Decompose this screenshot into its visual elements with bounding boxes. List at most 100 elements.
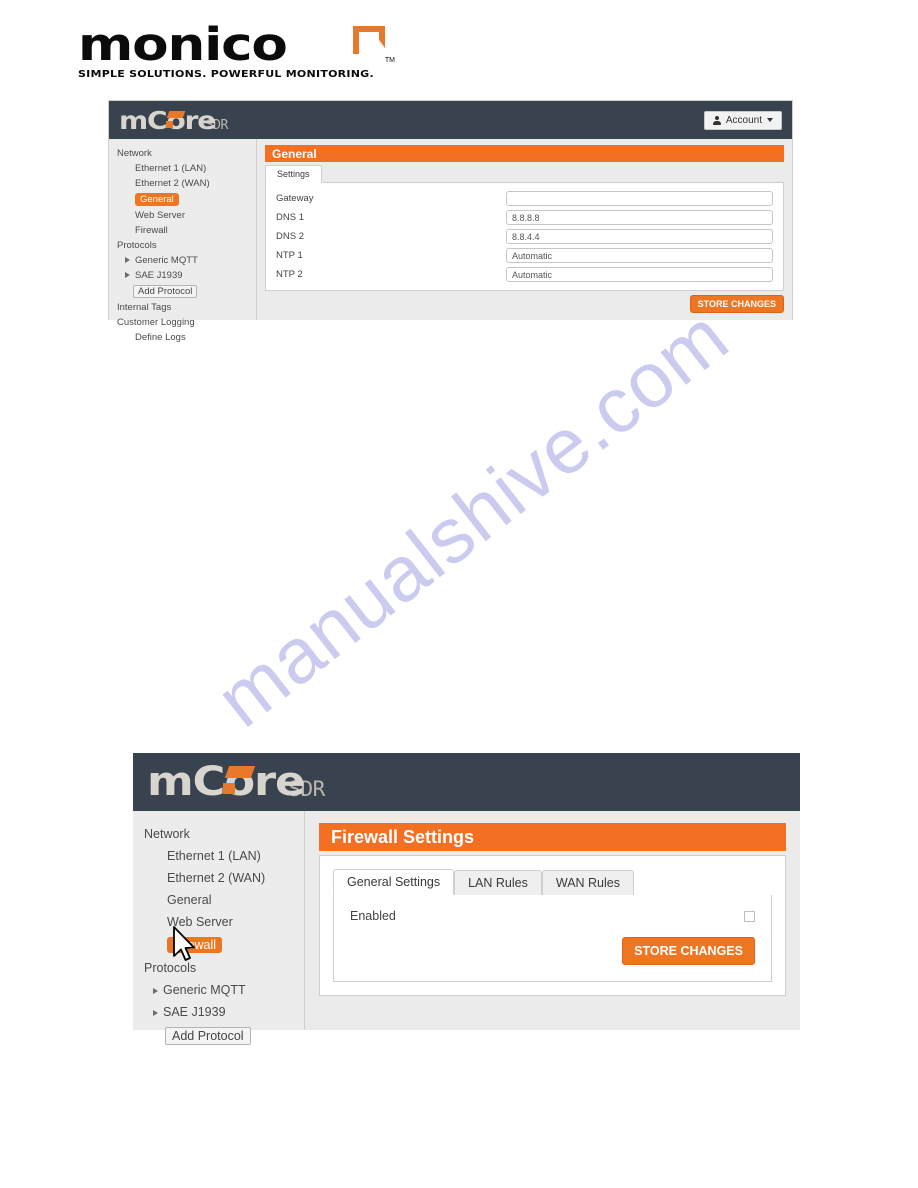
sidebar-item-add-protocol[interactable]: Add Protocol — [115, 283, 256, 300]
sidebar-item-network[interactable]: Network — [115, 146, 256, 161]
sidebar-item-add-protocol[interactable]: Add Protocol — [141, 1023, 304, 1049]
sidebar-item-general[interactable]: General — [141, 889, 304, 911]
mcore-accent-bar-icon — [224, 766, 256, 778]
sidebar-item-label: Web Server — [135, 210, 185, 221]
app-header: mCore SDR — [133, 753, 800, 811]
monico-corner-mark-icon — [353, 26, 385, 54]
account-label: Account — [725, 114, 762, 126]
app-body: Network Ethernet 1 (LAN) Ethernet 2 (WAN) G… — [133, 811, 800, 1045]
tab-content: Enabled STORE CHANGES — [333, 895, 772, 982]
sidebar-item-generic-mqtt[interactable]: Generic MQTT — [141, 979, 304, 1001]
field-input-ntp-1[interactable]: Automatic — [506, 248, 773, 263]
sidebar-item-ethernet-2-wan[interactable]: Ethernet 2 (WAN) — [115, 176, 256, 191]
form-row: NTP 1 Automatic — [276, 248, 773, 263]
sidebar-item-sae-j1939[interactable]: SAE J1939 — [115, 268, 256, 283]
sidebar-item-protocols[interactable]: Protocols — [115, 238, 256, 253]
sidebar-item-generic-mqtt[interactable]: Generic MQTT — [115, 253, 256, 268]
page-title: Firewall Settings — [319, 823, 786, 851]
sidebar: Network Ethernet 1 (LAN) Ethernet 2 (WAN) G… — [133, 811, 305, 1045]
content-area: Firewall Settings General Settings LAN Ru… — [305, 811, 800, 1030]
sidebar-item-network[interactable]: Network — [141, 823, 304, 845]
sidebar-item-customer-logging[interactable]: Customer Logging — [115, 315, 256, 330]
tab-wan-rules[interactable]: WAN Rules — [541, 870, 634, 895]
expand-arrow-icon[interactable] — [153, 1009, 158, 1016]
field-label: DNS 2 — [276, 231, 304, 242]
sidebar-item-ethernet-1-lan[interactable]: Ethernet 1 (LAN) — [115, 161, 256, 176]
screenshot-firewall-settings: mCore SDR Network Ethernet 1 (LAN) Etherne… — [133, 753, 800, 1045]
sidebar-item-ethernet-2-wan[interactable]: Ethernet 2 (WAN) — [141, 867, 304, 889]
enabled-checkbox[interactable] — [744, 910, 755, 922]
form-row: DNS 1 8.8.8.8 — [276, 210, 773, 225]
sidebar-item-general[interactable]: General — [115, 191, 256, 208]
sidebar: Network Ethernet 1 (LAN) Ethernet 2 (WAN) G… — [109, 139, 257, 343]
panel-footer: STORE CHANGES — [350, 937, 755, 965]
sidebar-item-firewall[interactable]: Firewall — [141, 933, 304, 957]
form-row: DNS 2 8.8.4.4 — [276, 229, 773, 244]
field-input-dns-2[interactable]: 8.8.4.4 — [506, 229, 773, 244]
app-header: mCore SDR Account — [109, 101, 792, 139]
field-label: NTP 1 — [276, 250, 303, 261]
sidebar-item-label: Web Server — [167, 915, 233, 929]
sidebar-item-label: Generic MQTT — [135, 255, 198, 266]
sidebar-item-internal-tags[interactable]: Internal Tags — [115, 300, 256, 315]
sidebar-item-ethernet-1-lan[interactable]: Ethernet 1 (LAN) — [141, 845, 304, 867]
sidebar-item-label: SAE J1939 — [135, 270, 183, 281]
mcore-accent-square-icon — [166, 120, 173, 128]
sidebar-item-label: Ethernet 2 (WAN) — [135, 178, 210, 189]
tab-settings[interactable]: Settings — [265, 165, 322, 183]
form-row: NTP 2 Automatic — [276, 267, 773, 282]
sidebar-item-label: Firewall — [167, 937, 223, 953]
chevron-down-icon — [767, 118, 773, 122]
sidebar-item-web-server[interactable]: Web Server — [115, 208, 256, 223]
screenshot-general-settings: mCore SDR Account Network Ethernet 1 (LAN… — [108, 100, 793, 343]
enabled-row: Enabled — [350, 909, 755, 923]
add-protocol-button[interactable]: Add Protocol — [133, 285, 198, 298]
sidebar-item-protocols[interactable]: Protocols — [141, 957, 304, 979]
sidebar-item-label: Define Logs — [135, 332, 186, 343]
sidebar-item-define-logs[interactable]: Define Logs — [115, 330, 256, 345]
field-label: DNS 1 — [276, 212, 304, 223]
sidebar-item-label: Firewall — [135, 225, 168, 236]
trademark-symbol: TM — [384, 57, 395, 64]
sidebar-item-label: General — [167, 893, 212, 907]
expand-arrow-icon[interactable] — [125, 272, 130, 279]
settings-form: Gateway DNS 1 8.8.8.8 DNS 2 8.8.4.4 NTP 1 Auto… — [276, 191, 773, 282]
form-row: Gateway — [276, 191, 773, 206]
settings-panel: Gateway DNS 1 8.8.8.8 DNS 2 8.8.4.4 NTP 1 Auto… — [265, 182, 784, 291]
sidebar-item-firewall[interactable]: Firewall — [115, 223, 256, 238]
mcore-accent-square-icon — [223, 783, 235, 794]
firewall-panel: General Settings LAN Rules WAN Rules Enabl… — [319, 855, 786, 996]
field-input-ntp-2[interactable]: Automatic — [506, 267, 773, 282]
store-changes-button[interactable]: STORE CHANGES — [622, 937, 755, 965]
add-protocol-button[interactable]: Add Protocol — [165, 1027, 251, 1045]
sidebar-item-label: SAE J1939 — [163, 1005, 226, 1019]
expand-arrow-icon[interactable] — [125, 257, 130, 264]
enabled-label: Enabled — [350, 909, 396, 923]
person-icon — [712, 115, 721, 125]
sidebar-item-sae-j1939[interactable]: SAE J1939 — [141, 1001, 304, 1023]
page-title: General — [265, 145, 784, 162]
tab-strip: Settings — [265, 165, 784, 183]
mcore-logo: mCore SDR — [119, 108, 228, 133]
content-area: General Settings Gateway DNS 1 8.8.8.8 DNS … — [257, 139, 792, 320]
sidebar-item-label: Generic MQTT — [163, 983, 246, 997]
store-changes-button[interactable]: STORE CHANGES — [689, 295, 784, 313]
mcore-logo: mCore SDR — [147, 762, 325, 802]
field-label: Gateway — [276, 193, 314, 204]
monico-tagline: SIMPLE SOLUTIONS. POWERFUL MONITORING. — [78, 69, 374, 80]
account-button[interactable]: Account — [703, 110, 782, 130]
mcore-wordmark: mCore — [147, 759, 305, 805]
field-label: NTP 2 — [276, 269, 303, 280]
tab-general-settings[interactable]: General Settings — [333, 869, 455, 895]
mcore-accent-bar-icon — [166, 110, 186, 118]
expand-arrow-icon[interactable] — [153, 987, 158, 994]
sidebar-item-label: Ethernet 2 (WAN) — [167, 871, 266, 885]
app-body: Network Ethernet 1 (LAN) Ethernet 2 (WAN) G… — [109, 139, 792, 343]
panel-footer: STORE CHANGES — [265, 295, 784, 313]
field-input-dns-1[interactable]: 8.8.8.8 — [506, 210, 773, 225]
field-input-gateway[interactable] — [506, 191, 773, 206]
monico-logo: monico SIMPLE SOLUTIONS. POWERFUL MONITO… — [78, 22, 395, 80]
sidebar-item-web-server[interactable]: Web Server — [141, 911, 304, 933]
tab-lan-rules[interactable]: LAN Rules — [454, 870, 542, 895]
sidebar-item-label: General — [135, 193, 179, 206]
